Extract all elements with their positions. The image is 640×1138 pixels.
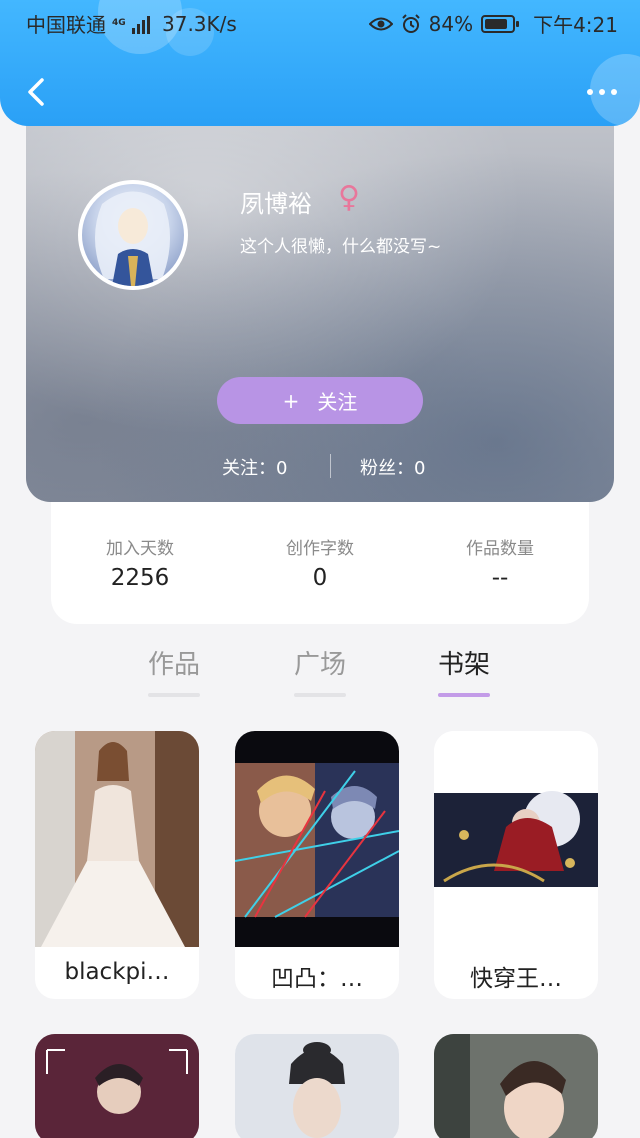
female-icon: ♀ — [338, 180, 360, 215]
book-title: 凹凸：… — [271, 966, 363, 992]
book-card[interactable]: 快穿王… — [434, 731, 598, 999]
book-cover — [35, 731, 199, 947]
tab-underline — [294, 693, 346, 697]
info-label: 创作字数 — [286, 539, 354, 559]
tab-bar: 作品 广场 书架 — [0, 640, 640, 700]
follow-stats: 关注：0 粉丝：0 — [26, 452, 614, 482]
eye-icon — [368, 17, 393, 30]
signal-icon — [132, 14, 150, 34]
tab-label: 作品 — [147, 650, 200, 680]
following-count[interactable]: 关注：0 — [222, 454, 287, 480]
book-card[interactable] — [434, 1034, 598, 1138]
fans-count[interactable]: 粉丝：0 — [360, 454, 425, 480]
net-speed-label: 37.3K/s — [162, 11, 237, 36]
tab-underline — [148, 693, 200, 697]
battery-percent: 84% — [428, 11, 474, 36]
tab-underline — [438, 693, 490, 697]
clock: 下午4:21 — [533, 13, 618, 37]
avatar-illustration — [94, 191, 171, 286]
more-button[interactable] — [580, 76, 624, 108]
chevron-left-icon — [28, 78, 44, 106]
info-join-days: 加入天数 2256 — [70, 534, 210, 591]
divider — [330, 454, 331, 478]
tab-bookshelf[interactable]: 书架 — [424, 644, 504, 697]
status-bar: 中国联通 4G 37.3K/s 84% 下午4:21 — [0, 0, 640, 44]
alarm-icon — [401, 13, 420, 33]
book-cover — [35, 1034, 199, 1138]
tab-works[interactable]: 作品 — [134, 644, 214, 697]
info-card: 加入天数 2256 创作字数 0 作品数量 -- — [51, 500, 589, 624]
follow-button[interactable]: + 关注 — [217, 377, 423, 424]
book-title: 快穿王… — [470, 966, 562, 992]
book-card[interactable] — [235, 1034, 399, 1138]
profile-hero: 夙博裕 ♀ 这个人很懒，什么都没写~ + 关注 关注：0 粉丝：0 — [26, 100, 614, 502]
avatar[interactable] — [78, 180, 188, 290]
info-word-count: 创作字数 0 — [250, 534, 390, 591]
back-button[interactable] — [18, 72, 58, 112]
book-card[interactable]: blackpi… — [35, 731, 199, 999]
tab-label: 广场 — [293, 650, 346, 680]
book-cover — [235, 1034, 399, 1138]
info-value: 0 — [312, 565, 328, 591]
more-dots-icon — [587, 89, 593, 95]
info-value: -- — [491, 565, 509, 591]
battery-icon — [481, 14, 520, 33]
top-header: 中国联通 4G 37.3K/s 84% 下午4:21 — [0, 0, 640, 126]
book-cover — [434, 1034, 598, 1138]
book-cover — [235, 731, 399, 947]
info-value: 2256 — [110, 565, 170, 591]
tab-square[interactable]: 广场 — [280, 644, 360, 697]
tab-label: 书架 — [437, 650, 490, 680]
info-works-count: 作品数量 -- — [430, 534, 570, 591]
follow-label: 关注 — [317, 390, 358, 414]
bio-text: 这个人很懒，什么都没写~ — [240, 237, 442, 257]
info-label: 加入天数 — [106, 539, 174, 559]
book-title: blackpi… — [64, 959, 170, 985]
book-card[interactable]: 凹凸：… — [235, 731, 399, 999]
username: 夙博裕 — [240, 190, 312, 218]
book-card[interactable] — [35, 1034, 199, 1138]
book-cover — [434, 731, 598, 947]
plus-icon: + — [282, 388, 300, 413]
network-type-label: 4G — [112, 18, 126, 28]
carrier-label: 中国联通 — [26, 13, 106, 37]
info-label: 作品数量 — [466, 539, 534, 559]
